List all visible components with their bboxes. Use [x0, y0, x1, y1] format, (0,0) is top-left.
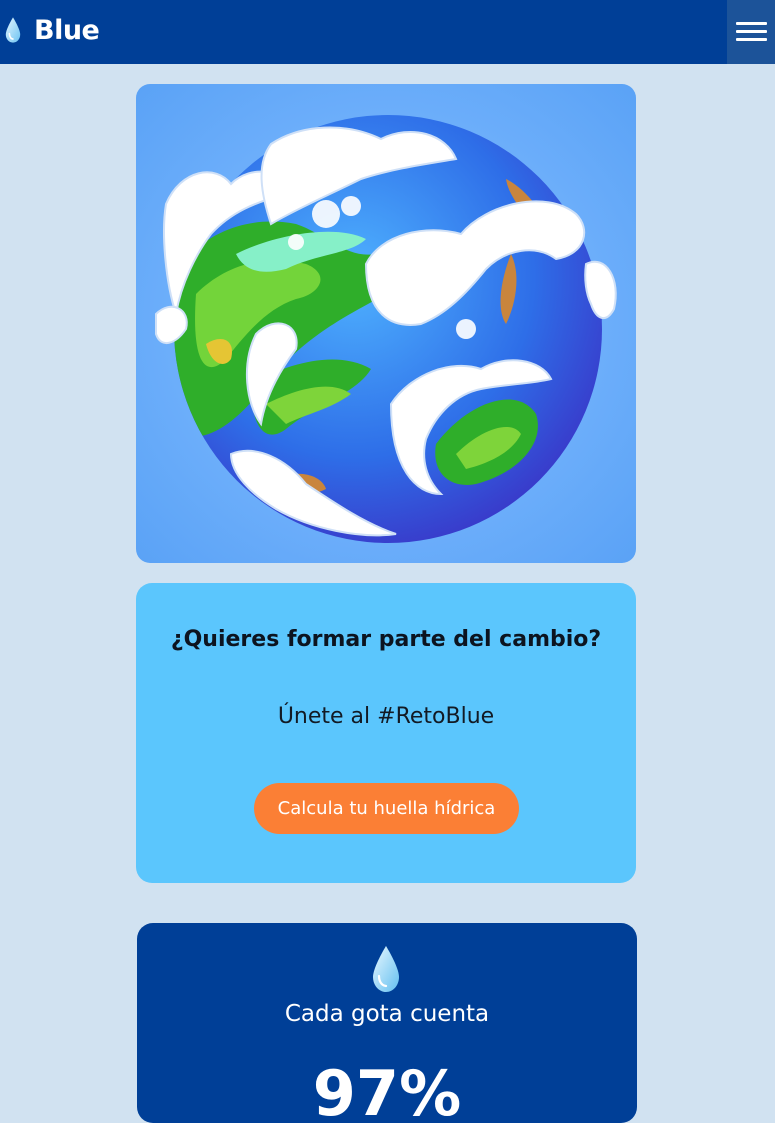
- brand-logo-link[interactable]: Blue: [4, 12, 100, 48]
- cta-card: ¿Quieres formar parte del cambio? Únete …: [136, 583, 636, 883]
- top-navbar: Blue: [0, 0, 775, 64]
- stat-card: Cada gota cuenta 97%: [137, 923, 637, 1123]
- hamburger-menu-icon: [736, 22, 767, 25]
- water-drop-icon: [373, 946, 399, 992]
- earth-globe-illustration: [155, 115, 617, 543]
- stat-caption: Cada gota cuenta: [284, 1001, 490, 1027]
- hero-earth-image: [136, 84, 636, 563]
- water-drop-icon: [5, 17, 21, 43]
- hamburger-menu-button[interactable]: [727, 0, 775, 64]
- cta-subtitle: Únete al #RetoBlue: [277, 704, 495, 729]
- calculate-water-footprint-button[interactable]: Calcula tu huella hídrica: [254, 783, 519, 834]
- brand-name: Blue: [34, 14, 100, 46]
- cta-title: ¿Quieres formar parte del cambio?: [170, 627, 602, 652]
- stat-value: 97%: [312, 1057, 462, 1123]
